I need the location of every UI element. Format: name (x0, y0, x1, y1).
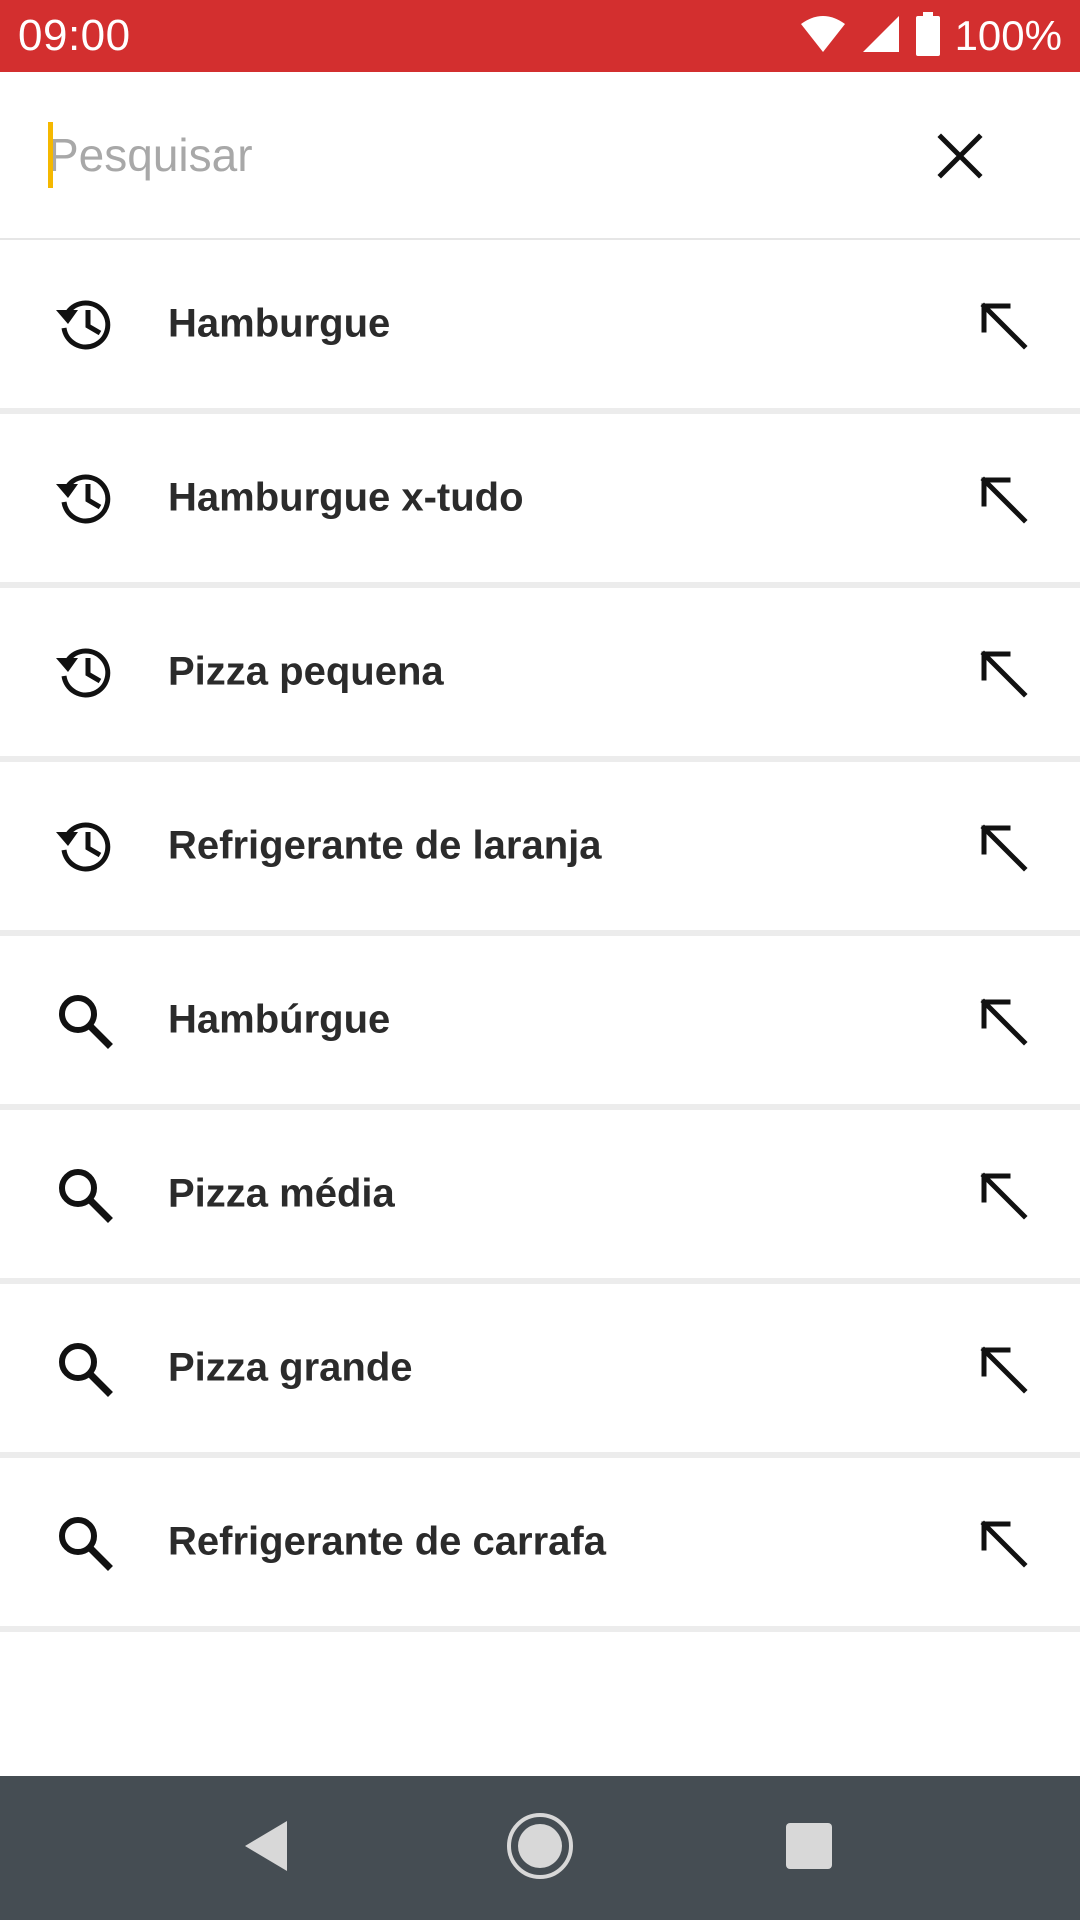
suggestion-row[interactable]: Pizza pequena (0, 588, 1080, 762)
recents-icon (784, 1821, 834, 1876)
suggestion-label: Pizza grande (168, 1345, 413, 1390)
status-icons: 100% (799, 11, 1062, 61)
suggestion-row[interactable]: Refrigerante de carrafa (0, 1458, 1080, 1632)
history-icon (48, 810, 120, 882)
suggestion-row[interactable]: Pizza média (0, 1110, 1080, 1284)
battery-icon (915, 11, 941, 61)
history-icon (48, 462, 120, 534)
search-bar (0, 72, 1080, 240)
fill-query-icon[interactable] (966, 636, 1038, 708)
battery-percentage: 100% (954, 12, 1062, 59)
history-icon (48, 636, 120, 708)
wifi-icon (799, 14, 847, 59)
search-icon (48, 1332, 120, 1404)
screen: 09:00 100% Pesquisar Hamburgue Hamburgue… (0, 0, 1080, 1920)
fill-query-icon[interactable] (966, 810, 1038, 882)
close-icon (937, 132, 983, 184)
suggestion-label: Hamburgue (168, 301, 391, 346)
suggestion-label: Hambúrgue (168, 997, 391, 1042)
search-input[interactable] (48, 122, 868, 188)
fill-query-icon[interactable] (966, 1506, 1038, 1578)
suggestion-row[interactable]: Hambúrgue (0, 936, 1080, 1110)
search-icon (48, 1506, 120, 1578)
back-button[interactable] (230, 1812, 302, 1884)
suggestion-label: Refrigerante de carrafa (168, 1519, 606, 1564)
fill-query-icon[interactable] (966, 1332, 1038, 1404)
fill-query-icon[interactable] (966, 462, 1038, 534)
recents-button[interactable] (773, 1812, 845, 1884)
search-icon (48, 984, 120, 1056)
fill-query-icon[interactable] (966, 288, 1038, 360)
signal-icon (861, 14, 901, 59)
status-time: 09:00 (18, 11, 131, 60)
suggestion-label: Pizza média (168, 1171, 395, 1216)
fill-query-icon[interactable] (966, 1158, 1038, 1230)
suggestion-list: Hamburgue Hamburgue x-tudo Pizza pequena… (0, 240, 1080, 1632)
clear-search-button[interactable] (912, 110, 1008, 206)
suggestion-label: Hamburgue x-tudo (168, 475, 524, 520)
suggestion-label: Pizza pequena (168, 649, 444, 694)
history-icon (48, 288, 120, 360)
back-icon (241, 1819, 291, 1878)
status-bar: 09:00 100% (0, 0, 1080, 72)
home-icon (505, 1811, 575, 1886)
text-cursor (48, 122, 53, 188)
suggestion-row[interactable]: Hamburgue x-tudo (0, 414, 1080, 588)
navigation-bar (0, 1776, 1080, 1920)
home-button[interactable] (504, 1812, 576, 1884)
search-icon (48, 1158, 120, 1230)
fill-query-icon[interactable] (966, 984, 1038, 1056)
suggestion-label: Refrigerante de laranja (168, 823, 602, 868)
suggestion-row[interactable]: Pizza grande (0, 1284, 1080, 1458)
suggestion-row[interactable]: Hamburgue (0, 240, 1080, 414)
suggestion-row[interactable]: Refrigerante de laranja (0, 762, 1080, 936)
